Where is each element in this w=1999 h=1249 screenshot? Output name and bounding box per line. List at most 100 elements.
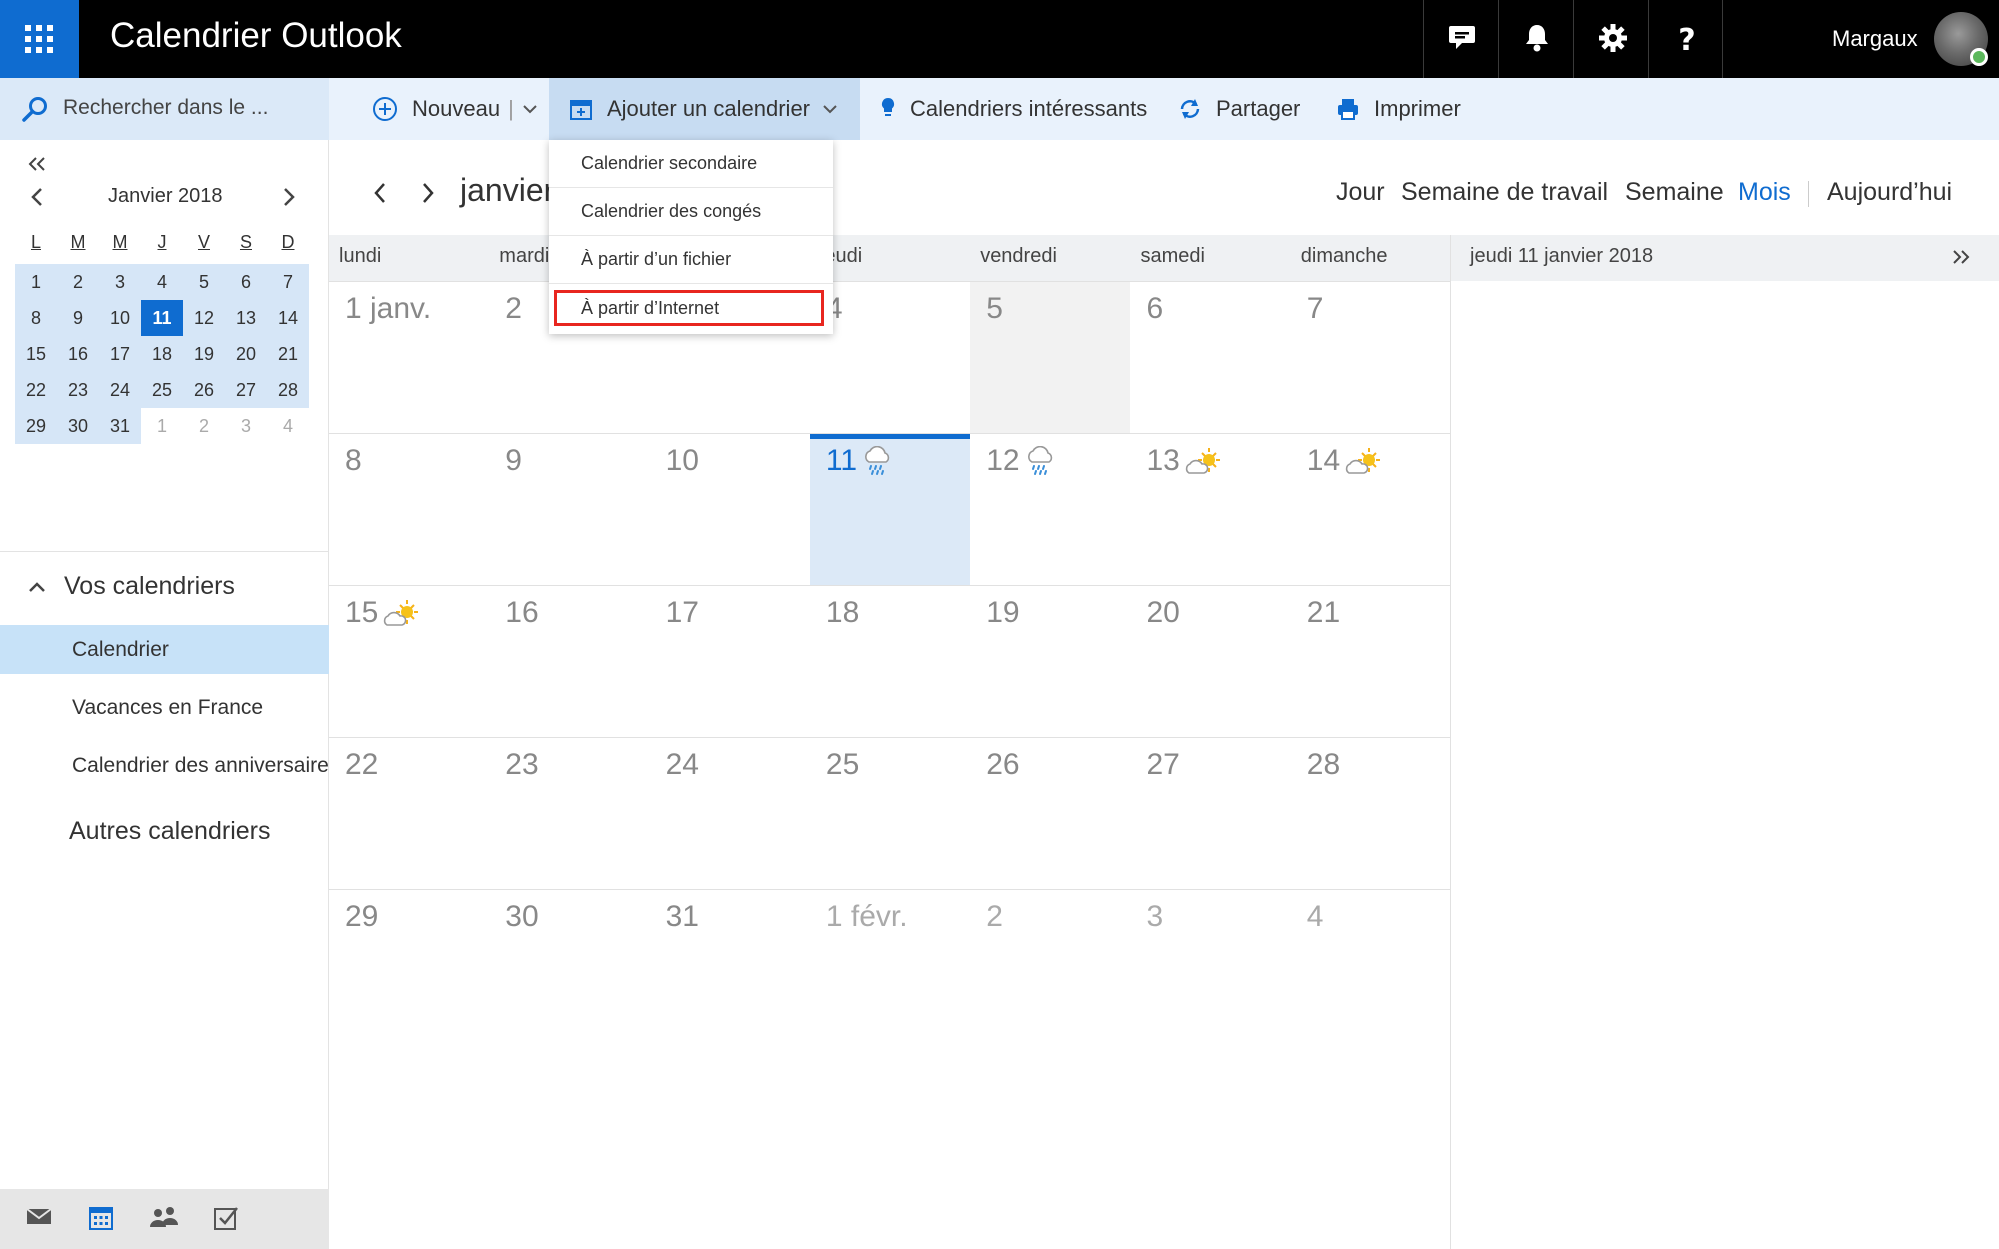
day-cell[interactable]: 3 <box>1131 890 1291 1041</box>
day-cell[interactable]: 12 <box>970 434 1130 585</box>
add-calendar-button[interactable]: Ajouter un calendrier <box>549 78 861 140</box>
day-cell[interactable]: 31 <box>650 890 810 1041</box>
view-week[interactable]: Semaine <box>1625 178 1724 207</box>
day-cell[interactable]: 28 <box>1291 738 1451 889</box>
people-icon[interactable] <box>149 1205 179 1229</box>
day-cell[interactable]: 2 <box>970 890 1130 1041</box>
interesting-calendars-button[interactable]: Calendriers intéressants <box>880 78 1147 140</box>
day-cell[interactable]: 27 <box>1131 738 1291 889</box>
day-cell[interactable]: 21 <box>1291 586 1451 737</box>
mini-calendar-day[interactable]: 13 <box>225 300 267 336</box>
day-cell[interactable]: 19 <box>970 586 1130 737</box>
mini-calendar-day[interactable]: 14 <box>267 300 309 336</box>
day-cell[interactable]: 22 <box>329 738 489 889</box>
day-cell[interactable]: 6 <box>1131 282 1291 433</box>
day-cell[interactable]: 29 <box>329 890 489 1041</box>
day-cell[interactable]: 8 <box>329 434 489 585</box>
notifications-button[interactable] <box>1498 0 1573 78</box>
day-cell[interactable]: 4 <box>1291 890 1451 1041</box>
view-month[interactable]: Mois <box>1738 178 1791 207</box>
day-cell[interactable]: 24 <box>650 738 810 889</box>
menu-item-from-file[interactable]: À partir d’un fichier <box>549 236 833 284</box>
view-today[interactable]: Aujourd’hui <box>1827 178 1952 207</box>
mini-calendar-day[interactable]: 27 <box>225 372 267 408</box>
day-cell[interactable]: 15 <box>329 586 489 737</box>
day-cell[interactable]: 5 <box>970 282 1131 433</box>
mini-calendar-day[interactable]: 22 <box>15 372 57 408</box>
day-cell[interactable]: 4 <box>810 282 970 433</box>
search-input[interactable]: Rechercher dans le ... <box>63 96 268 120</box>
mini-calendar-day[interactable]: 3 <box>225 408 267 444</box>
view-work-week[interactable]: Semaine de travail <box>1401 178 1608 207</box>
day-cell[interactable]: 14 <box>1291 434 1451 585</box>
mini-calendar-day[interactable]: 30 <box>57 408 99 444</box>
search-box[interactable]: Rechercher dans le ... <box>0 78 329 140</box>
day-cell[interactable]: 11 <box>809 434 971 585</box>
day-cell[interactable]: 16 <box>489 586 649 737</box>
mini-calendar-day[interactable]: 11 <box>141 300 183 336</box>
other-calendars-header[interactable]: Autres calendriers <box>69 817 270 846</box>
user-name[interactable]: Margaux <box>1832 26 1918 52</box>
day-cell[interactable]: 10 <box>650 434 810 585</box>
double-chevron-right-icon[interactable] <box>1951 249 1971 265</box>
mini-calendar-day[interactable]: 3 <box>99 264 141 300</box>
mini-calendar-day[interactable]: 4 <box>141 264 183 300</box>
mini-calendar-day[interactable]: 15 <box>15 336 57 372</box>
mini-calendar-day[interactable]: 9 <box>57 300 99 336</box>
mail-icon[interactable] <box>26 1205 52 1227</box>
new-button[interactable]: Nouveau | <box>372 78 552 140</box>
day-cell[interactable]: 26 <box>970 738 1130 889</box>
mini-calendar-day[interactable]: 1 <box>15 264 57 300</box>
day-cell[interactable]: 25 <box>810 738 970 889</box>
print-button[interactable]: Imprimer <box>1336 78 1461 140</box>
view-day[interactable]: Jour <box>1336 178 1385 207</box>
mini-calendar-day[interactable]: 10 <box>99 300 141 336</box>
calendar-item-birthdays[interactable]: Calendrier des anniversaires <box>0 741 329 790</box>
day-cell[interactable]: 30 <box>489 890 649 1041</box>
menu-item-secondary-calendar[interactable]: Calendrier secondaire <box>549 140 833 188</box>
chevron-right-icon[interactable] <box>282 186 296 208</box>
calendar-item-holidays[interactable]: Vacances en France <box>0 683 329 732</box>
day-cell[interactable]: 20 <box>1131 586 1291 737</box>
chevron-right-icon[interactable] <box>420 181 436 205</box>
day-cell[interactable]: 17 <box>650 586 810 737</box>
mini-calendar-day[interactable]: 6 <box>225 264 267 300</box>
mini-calendar-day[interactable]: 4 <box>267 408 309 444</box>
mini-calendar-day[interactable]: 8 <box>15 300 57 336</box>
double-chevron-left-icon[interactable] <box>26 156 48 172</box>
mini-calendar-day[interactable]: 21 <box>267 336 309 372</box>
mini-calendar-day[interactable]: 31 <box>99 408 141 444</box>
chevron-left-icon[interactable] <box>372 181 388 205</box>
mini-calendar-day[interactable]: 2 <box>183 408 225 444</box>
mini-calendar-day[interactable]: 28 <box>267 372 309 408</box>
mini-calendar-day[interactable]: 16 <box>57 336 99 372</box>
day-cell[interactable]: 7 <box>1291 282 1451 433</box>
day-cell[interactable]: 23 <box>489 738 649 889</box>
mini-calendar-day[interactable]: 2 <box>57 264 99 300</box>
tasks-icon[interactable] <box>213 1205 239 1231</box>
day-cell[interactable]: 1 janv. <box>329 282 489 433</box>
help-button[interactable]: ? <box>1648 0 1723 78</box>
chevron-left-icon[interactable] <box>30 186 44 208</box>
mini-calendar-day[interactable]: 17 <box>99 336 141 372</box>
day-cell[interactable]: 13 <box>1131 434 1291 585</box>
mini-calendar-day[interactable]: 24 <box>99 372 141 408</box>
mini-calendar-day[interactable]: 26 <box>183 372 225 408</box>
mini-calendar-day[interactable]: 12 <box>183 300 225 336</box>
calendar-icon[interactable] <box>88 1205 114 1231</box>
mini-calendar-day[interactable]: 18 <box>141 336 183 372</box>
mini-calendar-day[interactable]: 29 <box>15 408 57 444</box>
feedback-button[interactable] <box>1423 0 1498 78</box>
mini-calendar-day[interactable]: 25 <box>141 372 183 408</box>
mini-calendar-day[interactable]: 1 <box>141 408 183 444</box>
chevron-down-icon[interactable] <box>522 103 538 115</box>
day-cell[interactable]: 9 <box>489 434 649 585</box>
mini-calendar-day[interactable]: 7 <box>267 264 309 300</box>
day-cell[interactable]: 1 févr. <box>810 890 970 1041</box>
mini-calendar-day[interactable]: 20 <box>225 336 267 372</box>
settings-button[interactable] <box>1573 0 1648 78</box>
mini-calendar-day[interactable]: 5 <box>183 264 225 300</box>
app-launcher-button[interactable] <box>0 0 79 78</box>
mini-calendar-day[interactable]: 19 <box>183 336 225 372</box>
day-cell[interactable]: 18 <box>810 586 970 737</box>
